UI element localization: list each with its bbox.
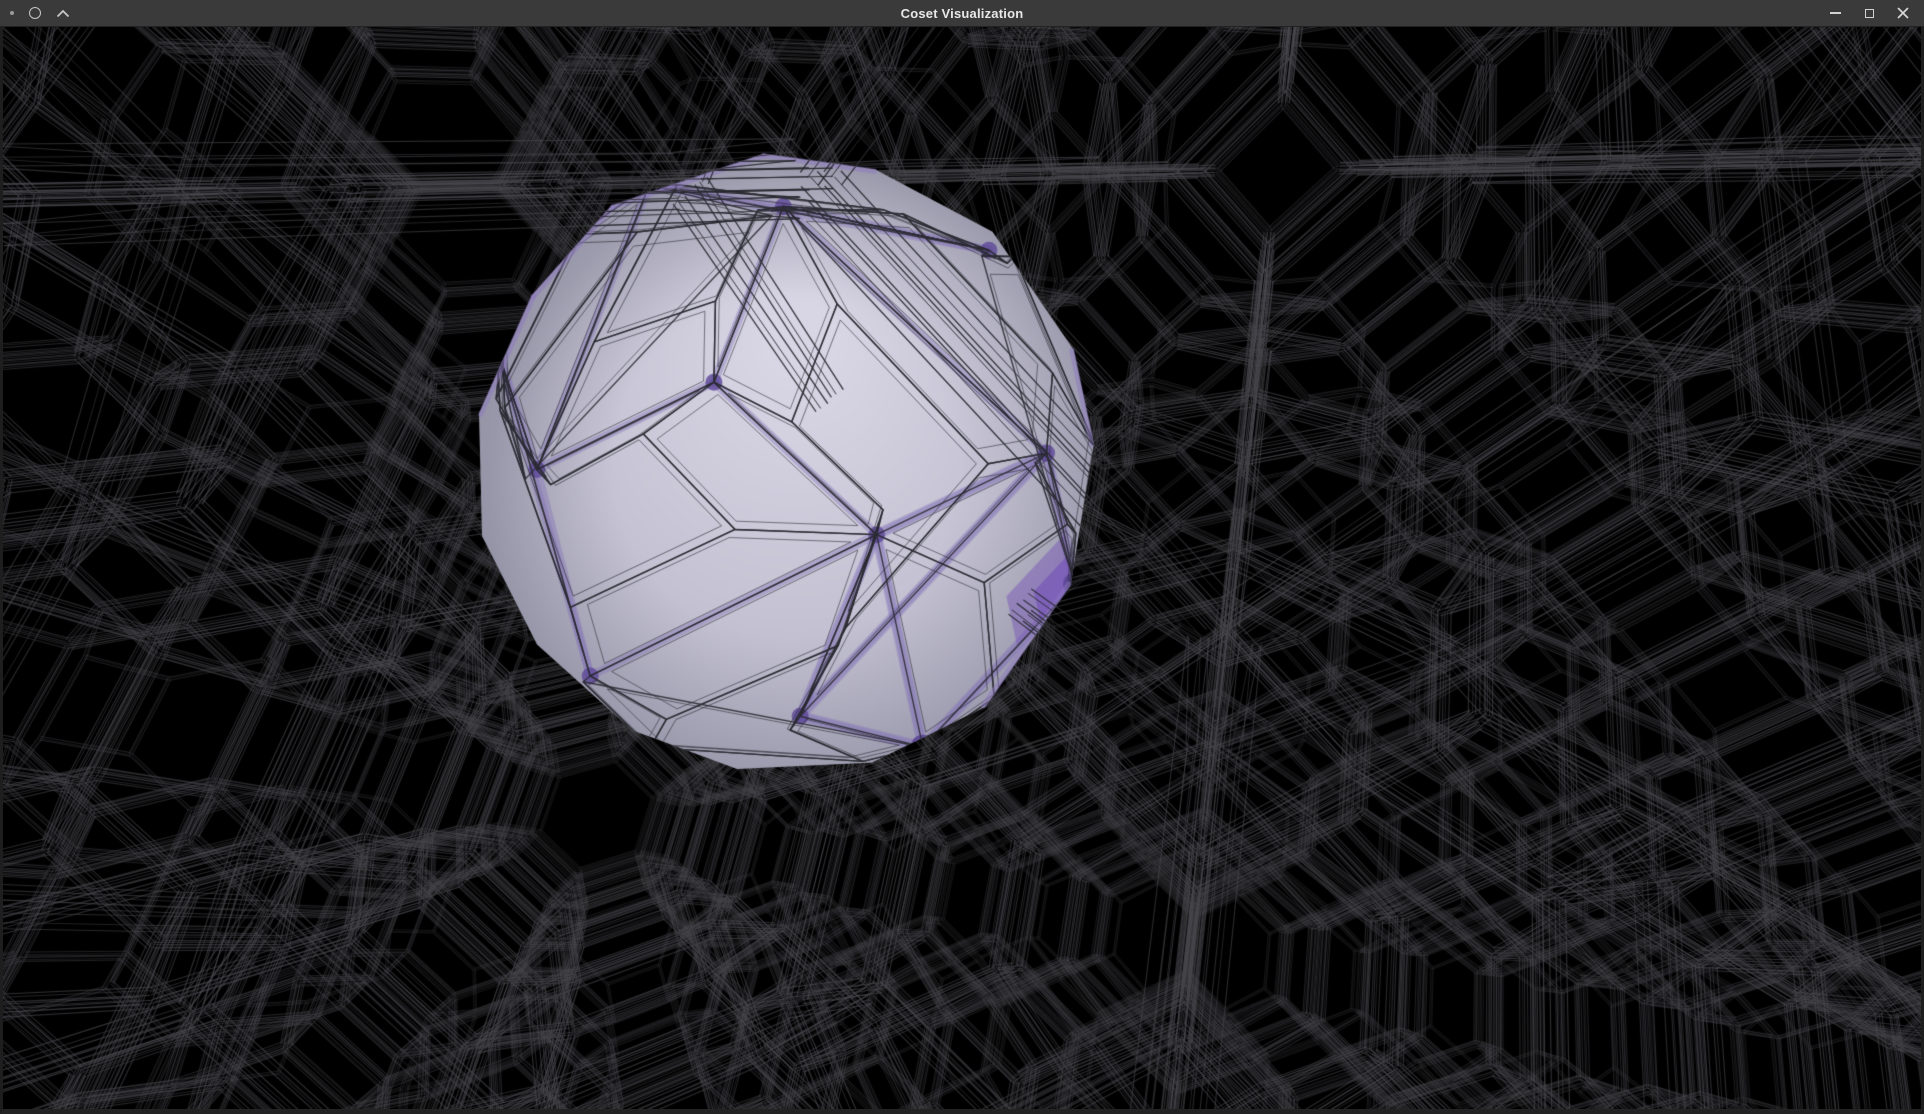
maximize-button[interactable]	[1857, 2, 1881, 24]
app-window: Coset Visualization	[0, 0, 1924, 1114]
minimize-icon	[1830, 12, 1841, 14]
window-title: Coset Visualization	[0, 6, 1924, 21]
3d-viewport[interactable]	[3, 27, 1921, 1109]
maximize-icon	[1865, 9, 1874, 18]
dot-icon[interactable]	[10, 11, 14, 15]
circle-icon[interactable]	[29, 7, 41, 19]
window-controls	[1823, 2, 1915, 24]
close-icon	[1897, 7, 1909, 19]
viewport-frame	[0, 27, 1924, 1114]
minimize-button[interactable]	[1823, 2, 1847, 24]
chevron-up-icon[interactable]	[56, 9, 70, 18]
titlebar-left-controls	[10, 7, 70, 19]
titlebar[interactable]: Coset Visualization	[0, 0, 1924, 27]
close-button[interactable]	[1891, 2, 1915, 24]
